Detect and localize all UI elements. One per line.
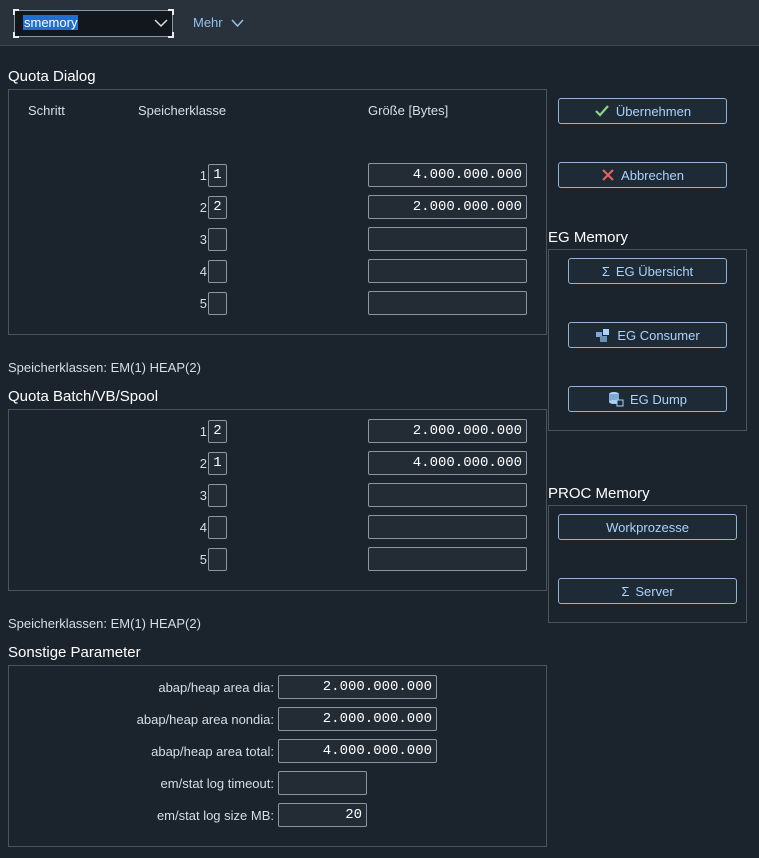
param-label: abap/heap area nondia: <box>136 712 274 727</box>
checkmark-icon <box>595 105 609 117</box>
col-size-header: Größe [Bytes] <box>368 103 449 118</box>
param-input[interactable]: 4.000.000.000 <box>278 739 437 763</box>
step-number: 3 <box>199 232 207 247</box>
step-number: 1 <box>199 424 207 439</box>
class-input[interactable] <box>208 484 227 507</box>
step-number: 4 <box>199 264 207 279</box>
server-label: Server <box>635 583 674 599</box>
database-icon <box>608 392 624 407</box>
class-input[interactable]: 1 <box>208 164 227 187</box>
size-input[interactable] <box>368 291 527 315</box>
class-input[interactable] <box>208 548 227 571</box>
command-field[interactable]: smemory <box>13 9 174 38</box>
size-input[interactable] <box>368 483 527 507</box>
size-input[interactable] <box>368 259 527 283</box>
size-input[interactable] <box>368 227 527 251</box>
command-value[interactable]: smemory <box>23 15 79 30</box>
dialog-classes-note: Speicherklassen: EM(1) HEAP(2) <box>8 360 201 375</box>
step-number: 5 <box>199 552 207 567</box>
param-input[interactable] <box>278 771 367 795</box>
size-input[interactable]: 2.000.000.000 <box>368 419 527 443</box>
chevron-down-icon[interactable] <box>231 19 244 27</box>
param-label: em/stat log timeout: <box>160 776 274 791</box>
class-input[interactable]: 1 <box>208 452 227 475</box>
step-number: 2 <box>199 200 207 215</box>
close-icon <box>602 169 614 181</box>
param-input[interactable]: 2.000.000.000 <box>278 707 437 731</box>
param-label: abap/heap area total: <box>151 744 274 759</box>
col-class-header: Speicherklasse <box>138 103 227 118</box>
size-input[interactable] <box>368 547 527 571</box>
consumer-icon <box>596 329 610 342</box>
eg-overview-button[interactable]: Σ EG Übersicht <box>568 258 727 284</box>
step-number: 2 <box>199 456 207 471</box>
cancel-label: Abbrechen <box>621 167 684 183</box>
workprocesses-label: Workprozesse <box>606 519 689 535</box>
step-number: 4 <box>199 520 207 535</box>
other-params-title: Sonstige Parameter <box>8 644 141 661</box>
eg-consumer-label: EG Consumer <box>617 327 700 343</box>
eg-dump-label: EG Dump <box>629 391 688 407</box>
quota-batch-title: Quota Batch/VB/Spool <box>8 388 159 405</box>
col-step-header: Schritt <box>28 103 65 118</box>
step-number: 5 <box>199 296 207 311</box>
class-input[interactable] <box>208 228 227 251</box>
server-button[interactable]: Σ Server <box>558 578 737 604</box>
size-input[interactable]: 2.000.000.000 <box>368 195 527 219</box>
chevron-down-icon[interactable] <box>154 18 168 28</box>
accept-label: Übernehmen <box>615 103 692 119</box>
class-input[interactable] <box>208 292 227 315</box>
eg-overview-label: EG Übersicht <box>615 263 694 279</box>
class-input[interactable] <box>208 516 227 539</box>
accept-button[interactable]: Übernehmen <box>558 98 727 124</box>
sigma-icon: Σ <box>621 583 630 599</box>
class-input[interactable]: 2 <box>208 420 227 443</box>
sigma-icon: Σ <box>601 263 610 279</box>
quota-dialog-title: Quota Dialog <box>8 68 96 85</box>
size-input[interactable] <box>368 515 527 539</box>
param-label: abap/heap area dia: <box>158 680 274 695</box>
param-input[interactable]: 2.000.000.000 <box>278 675 437 699</box>
cancel-button[interactable]: Abbrechen <box>558 162 727 188</box>
batch-classes-note: Speicherklassen: EM(1) HEAP(2) <box>8 616 201 631</box>
size-input[interactable]: 4.000.000.000 <box>368 451 527 475</box>
eg-memory-title: EG Memory <box>548 229 629 246</box>
size-input[interactable]: 4.000.000.000 <box>368 163 527 187</box>
more-menu[interactable]: Mehr <box>193 15 223 30</box>
class-input[interactable] <box>208 260 227 283</box>
proc-memory-title: PROC Memory <box>548 485 650 502</box>
step-number: 3 <box>199 488 207 503</box>
eg-dump-button[interactable]: EG Dump <box>568 386 727 412</box>
toolbar: smemory Mehr <box>0 0 759 46</box>
step-number: 1 <box>199 168 207 183</box>
param-input[interactable]: 20 <box>278 803 367 827</box>
eg-consumer-button[interactable]: EG Consumer <box>568 322 727 348</box>
class-input[interactable]: 2 <box>208 196 227 219</box>
workprocesses-button[interactable]: Workprozesse <box>558 514 737 540</box>
param-label: em/stat log size MB: <box>156 808 274 823</box>
